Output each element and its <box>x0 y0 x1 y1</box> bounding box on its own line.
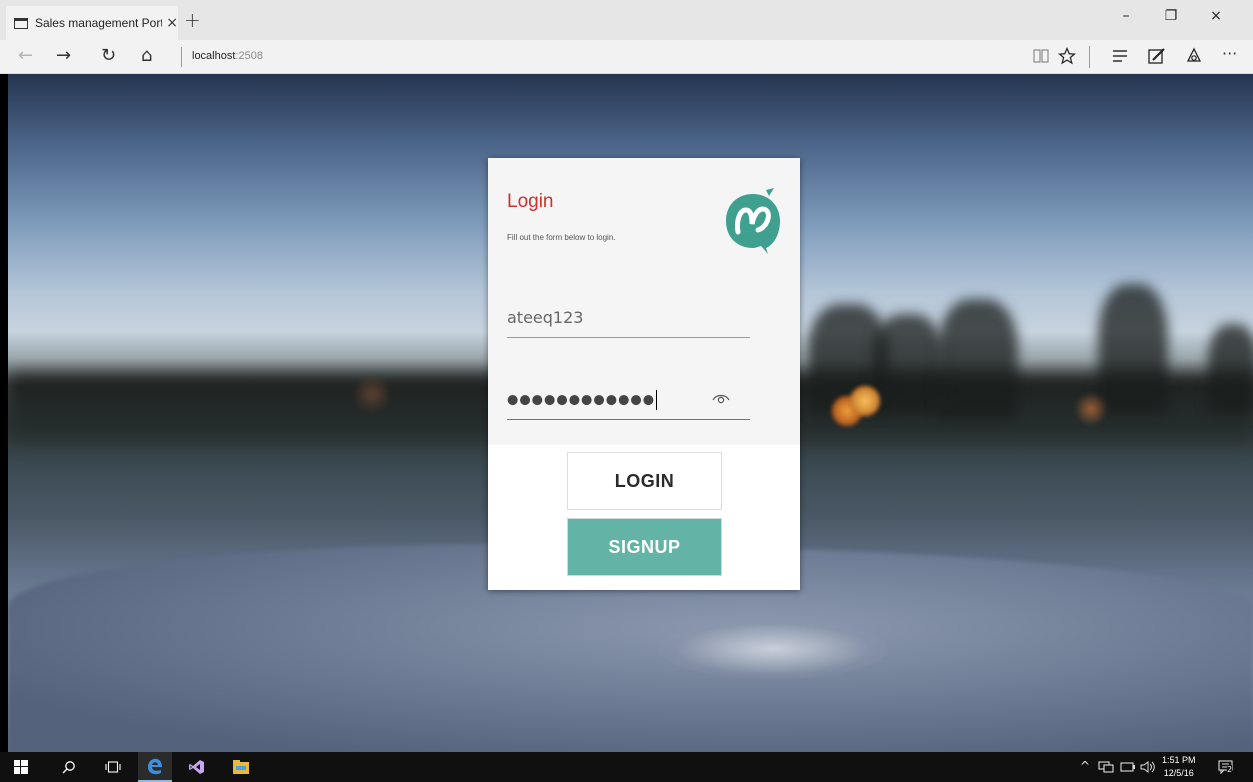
favorite-star-icon[interactable] <box>1058 47 1076 65</box>
login-subtitle: Fill out the form below to login. <box>507 233 616 242</box>
battery-icon[interactable] <box>1120 761 1136 773</box>
clock-time: 1:51 PM <box>1162 755 1196 765</box>
signup-button[interactable]: SIGNUP <box>567 518 722 576</box>
visual-studio-icon[interactable] <box>186 752 208 782</box>
refresh-button[interactable]: ↻ <box>101 46 116 66</box>
background-frost <box>658 619 888 679</box>
bokeh-light <box>352 374 392 414</box>
address-bar[interactable]: localhost:2508 <box>192 50 263 62</box>
browser-nav-bar: ← → ↻ ⌂ localhost:2508 ··· <box>0 40 1253 74</box>
password-masked-value: ●●●●●●●●●●●● <box>507 392 656 408</box>
web-note-icon[interactable] <box>1148 47 1166 65</box>
bokeh-light <box>1074 392 1108 426</box>
username-input[interactable] <box>507 298 750 337</box>
tab-close-icon[interactable]: × <box>166 15 178 31</box>
tab-title: Sales management Port <box>34 16 163 30</box>
close-window-button[interactable]: × <box>1196 8 1236 24</box>
login-card: Login Fill out the form below to login. … <box>488 158 800 590</box>
tray-overflow-icon[interactable]: ^ <box>1080 759 1090 773</box>
address-divider <box>181 47 182 67</box>
brand-logo-icon <box>726 188 780 254</box>
reading-view-icon[interactable] <box>1033 49 1049 64</box>
network-icon[interactable] <box>1098 761 1114 773</box>
background-tree <box>1098 284 1168 414</box>
text-caret <box>656 390 658 410</box>
username-field[interactable] <box>507 298 750 338</box>
password-field[interactable]: ●●●●●●●●●●●● <box>507 380 750 420</box>
show-password-eye-icon[interactable] <box>711 388 731 408</box>
login-title: Login <box>507 191 554 212</box>
back-button[interactable]: ← <box>18 46 33 66</box>
page-tab-icon <box>14 17 28 29</box>
address-port: :2508 <box>235 50 263 62</box>
login-button[interactable]: LOGIN <box>567 452 722 510</box>
minimize-button[interactable]: – <box>1106 8 1146 24</box>
task-view-icon[interactable] <box>102 752 124 782</box>
browser-tab-active[interactable]: Sales management Port × <box>6 6 178 40</box>
taskbar-clock[interactable]: 1:51 PM 12/5/16 <box>1162 754 1196 780</box>
edge-icon[interactable] <box>138 752 172 782</box>
more-icon[interactable]: ··· <box>1222 44 1237 64</box>
clock-date: 12/5/16 <box>1163 768 1194 778</box>
volume-icon[interactable] <box>1140 761 1156 773</box>
windows-taskbar: ^ 1:51 PM 12/5/16 2 <box>0 752 1253 782</box>
hub-icon[interactable] <box>1112 49 1128 63</box>
windows-start-icon[interactable] <box>10 752 32 782</box>
home-button[interactable]: ⌂ <box>141 46 152 66</box>
action-center-icon[interactable]: 2 <box>1218 759 1236 775</box>
file-explorer-icon[interactable] <box>230 752 252 782</box>
background-tree <box>1208 324 1253 414</box>
share-icon[interactable] <box>1185 47 1203 65</box>
forward-button[interactable]: → <box>56 46 71 66</box>
search-icon[interactable] <box>58 752 80 782</box>
bokeh-light <box>850 386 880 416</box>
restore-button[interactable]: ❐ <box>1151 8 1191 24</box>
background-tree <box>873 314 943 414</box>
background-tree <box>938 299 1018 419</box>
toolbar-divider <box>1089 46 1090 68</box>
address-host: localhost <box>192 50 236 62</box>
browser-tab-bar: Sales management Port × + – ❐ × <box>0 0 1253 40</box>
notification-badge: 2 <box>1227 765 1233 774</box>
new-tab-button[interactable]: + <box>184 8 201 32</box>
password-input[interactable]: ●●●●●●●●●●●● <box>507 390 658 410</box>
